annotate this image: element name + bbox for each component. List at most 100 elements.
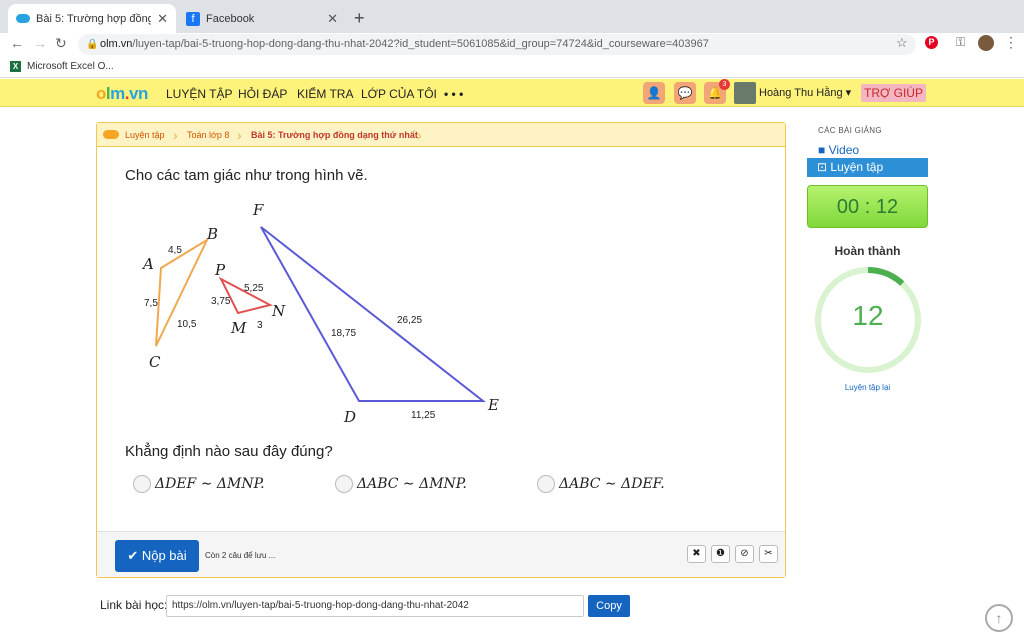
answer-option-3[interactable]: ΔABC ∼ ΔDEF. xyxy=(537,475,665,493)
length-pn: 5,25 xyxy=(244,283,264,294)
url-path: /luyen-tap/bai-5-truong-hop-dong-dang-th… xyxy=(132,38,709,50)
notification-badge: 3 xyxy=(719,79,730,90)
completion-heading: Hoàn thành xyxy=(834,244,901,258)
user-menu[interactable]: Hoàng Thu Hằng ▾ xyxy=(759,86,851,99)
radio-button[interactable] xyxy=(335,475,353,493)
info-tool-icon[interactable]: ❶ xyxy=(711,545,730,563)
question-ask: Khẳng định nào sau đây đúng? xyxy=(125,443,333,460)
sidebar-item-label: Video xyxy=(828,143,860,157)
crumb-separator-icon: › xyxy=(417,127,422,143)
new-tab-button[interactable]: + xyxy=(354,8,365,29)
help-button[interactable]: TRỢ GIÚP xyxy=(861,84,926,102)
menu-my-class[interactable]: LỚP CỦA TÔI xyxy=(361,87,437,101)
radio-button[interactable] xyxy=(133,475,151,493)
answer-label: ΔDEF ∼ ΔMNP. xyxy=(155,476,265,492)
length-fe: 26,25 xyxy=(397,315,422,326)
triangle-figure: A B C P N M F D E 4,5 7,5 10,5 5,25 3,75… xyxy=(141,201,499,426)
back-icon[interactable]: ← xyxy=(10,35,24,51)
length-fd: 18,75 xyxy=(331,328,356,339)
vertex-a: A xyxy=(141,255,154,273)
cloud-icon xyxy=(103,130,119,139)
length-ab: 4,5 xyxy=(168,245,182,256)
length-mn: 3 xyxy=(257,320,263,331)
crumb-lesson: Bài 5: Trường hợp đồng dạng thứ nhất xyxy=(251,130,418,140)
caret-down-icon: ▾ xyxy=(845,87,852,99)
url-input[interactable]: 🔒 olm.vn/luyen-tap/bai-5-truong-hop-dong… xyxy=(78,34,916,55)
score-value: 12 xyxy=(852,300,884,331)
browser-tabstrip: Bài 5: Trường hợp đồng dạng t ✕ f Facebo… xyxy=(0,0,1024,33)
video-icon: ■ xyxy=(818,143,826,157)
answer-options: ΔDEF ∼ ΔMNP. ΔABC ∼ ΔMNP. ΔABC ∼ ΔDEF. xyxy=(133,475,753,501)
radio-button[interactable] xyxy=(537,475,555,493)
sidebar-item-practice[interactable]: ⊡ Luyện tập xyxy=(807,158,928,177)
length-bc: 10,5 xyxy=(177,319,197,330)
retry-link[interactable]: Luyện tập lại xyxy=(807,383,928,392)
scissors-tool-icon[interactable]: ✂ xyxy=(759,545,778,563)
tab-facebook[interactable]: f Facebook ✕ xyxy=(178,4,346,33)
answer-option-2[interactable]: ΔABC ∼ ΔMNP. xyxy=(335,475,467,493)
crumb-practice[interactable]: Luyện tập xyxy=(125,130,165,140)
vertex-m: M xyxy=(230,319,247,337)
key-icon[interactable]: ⚿ xyxy=(956,35,965,50)
lesson-link-label: Link bài học: xyxy=(100,598,168,612)
bookmark-label: Microsoft Excel O... xyxy=(27,61,114,72)
olm-logo[interactable]: olm.vn xyxy=(96,84,148,104)
site-header: olm.vn LUYỆN TẬP HỎI ĐÁP KIỂM TRA LỚP CỦ… xyxy=(0,79,1024,107)
pinterest-icon[interactable]: P xyxy=(925,36,938,49)
tab-lesson[interactable]: Bài 5: Trường hợp đồng dạng t ✕ xyxy=(8,4,176,33)
copy-button[interactable]: Copy xyxy=(588,595,630,617)
forward-icon[interactable]: → xyxy=(33,35,47,51)
length-de: 11,25 xyxy=(411,410,436,421)
bookmark-star-icon[interactable]: ☆ xyxy=(896,35,908,51)
url-host: olm.vn xyxy=(100,38,133,50)
more-vert-icon[interactable]: ⋮ xyxy=(1004,34,1018,51)
close-tool-icon[interactable]: ✖ xyxy=(687,545,706,563)
crumb-grade[interactable]: Toán lớp 8 xyxy=(187,130,229,140)
timer: 00 : 12 xyxy=(807,185,928,228)
sidebar-heading: CÁC BÀI GIẢNG xyxy=(818,126,882,135)
close-tab-icon[interactable]: ✕ xyxy=(157,11,168,27)
answer-label: ΔABC ∼ ΔDEF. xyxy=(559,476,665,492)
menu-more[interactable]: • • • xyxy=(444,87,463,101)
vertex-c: C xyxy=(149,353,161,371)
practice-icon: ⊡ xyxy=(817,160,828,174)
logo-letter: vn xyxy=(128,84,148,103)
add-friend-icon[interactable]: 👤 xyxy=(643,82,665,104)
sidebar-item-label: Luyện tập xyxy=(830,160,884,174)
vertex-n: N xyxy=(271,302,286,320)
chat-icon[interactable]: 💬 xyxy=(674,82,696,104)
vertex-f: F xyxy=(252,201,264,219)
user-name: Hoàng Thu Hằng xyxy=(759,87,843,99)
breadcrumb: Luyện tập › Toán lớp 8 › Bài 5: Trường h… xyxy=(97,123,785,147)
reload-icon[interactable]: ↻ xyxy=(55,35,67,52)
close-tab-icon[interactable]: ✕ xyxy=(327,11,338,27)
menu-qa[interactable]: HỎI ĐÁP xyxy=(238,87,287,101)
address-bar: ← → ↻ 🔒 olm.vn/luyen-tap/bai-5-truong-ho… xyxy=(0,33,1024,56)
scroll-top-icon[interactable]: ↑ xyxy=(985,604,1013,632)
question-prompt: Cho các tam giác như trong hình vẽ. xyxy=(125,167,368,184)
exercise-card: Luyện tập › Toán lớp 8 › Bài 5: Trường h… xyxy=(96,122,786,578)
length-ac: 7,5 xyxy=(144,298,158,309)
avatar[interactable] xyxy=(734,82,756,104)
profile-avatar[interactable] xyxy=(978,35,994,51)
menu-tests[interactable]: KIỂM TRA xyxy=(297,87,353,101)
save-hint: Còn 2 câu để lưu ... xyxy=(205,551,276,560)
vertex-e: E xyxy=(487,396,499,414)
bookmark-excel[interactable]: X Microsoft Excel O... xyxy=(10,60,114,72)
vertex-p: P xyxy=(214,261,226,279)
sidebar-item-video[interactable]: ■ Video xyxy=(818,143,859,157)
vertex-d: D xyxy=(343,408,356,426)
crumb-separator-icon: › xyxy=(173,127,178,143)
cloud-icon xyxy=(16,14,30,23)
submit-button[interactable]: ✔ Nộp bài xyxy=(115,540,199,572)
lock-icon: 🔒 xyxy=(86,39,99,50)
exercise-footer: ✔ Nộp bài Còn 2 câu để lưu ... ✖ ❶ ⊘ ✂ xyxy=(97,531,785,577)
excel-icon: X xyxy=(10,60,21,72)
lesson-link-input[interactable]: https://olm.vn/luyen-tap/bai-5-truong-ho… xyxy=(166,595,584,617)
answer-label: ΔABC ∼ ΔMNP. xyxy=(357,476,467,492)
menu-practice[interactable]: LUYỆN TẬP xyxy=(166,87,232,101)
block-tool-icon[interactable]: ⊘ xyxy=(735,545,754,563)
triangle-def xyxy=(260,226,486,402)
answer-option-1[interactable]: ΔDEF ∼ ΔMNP. xyxy=(133,475,265,493)
length-pm: 3,75 xyxy=(211,296,231,307)
